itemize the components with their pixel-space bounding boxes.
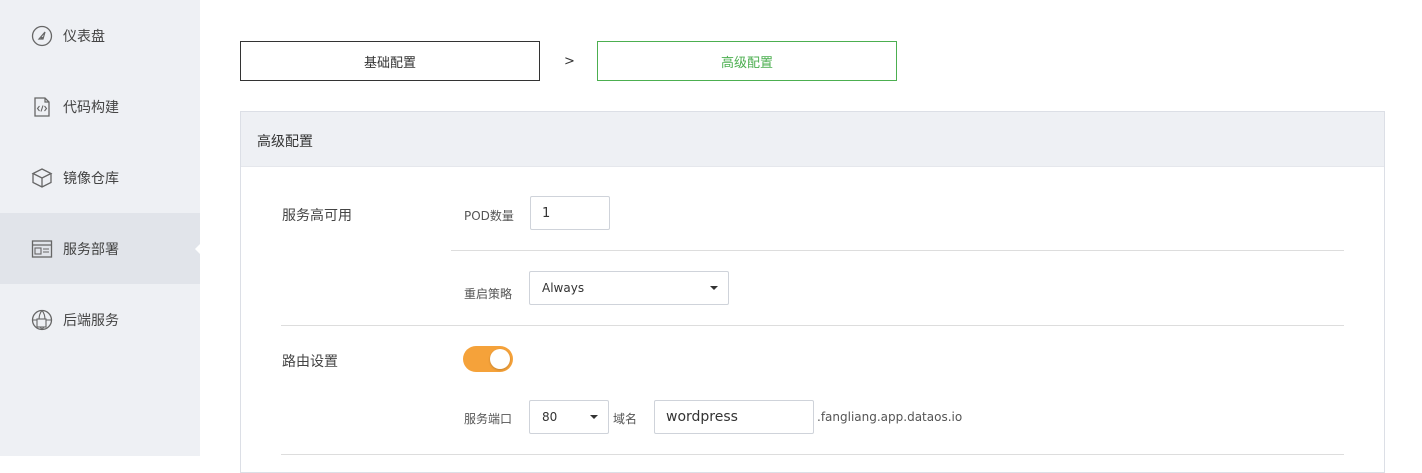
section-divider — [281, 454, 1344, 455]
pod-count-label: POD数量 — [464, 209, 514, 223]
code-file-icon — [30, 95, 54, 119]
chevron-down-icon — [590, 415, 598, 419]
domain-label: 域名 — [613, 412, 638, 426]
sidebar-item-label: 服务部署 — [63, 241, 119, 258]
sidebar-item-image-repo[interactable]: 镜像仓库 — [0, 142, 200, 213]
sidebar-item-code-build[interactable]: 代码构建 — [0, 71, 200, 142]
section-divider — [281, 325, 1344, 326]
restart-policy-label: 重启策略 — [464, 287, 513, 301]
restart-policy-select[interactable]: Always — [529, 271, 729, 305]
panel-header: 高级配置 — [241, 112, 1384, 167]
sidebar-item-label: 镜像仓库 — [63, 170, 119, 187]
domain-input[interactable]: wordpress — [654, 400, 814, 434]
pod-count-input[interactable]: 1 — [530, 196, 610, 230]
section-availability-label: 服务高可用 — [282, 208, 352, 224]
restart-policy-value: Always — [542, 281, 585, 295]
sidebar-item-dashboard[interactable]: 仪表盘 — [0, 0, 200, 71]
sidebar-item-label: 代码构建 — [63, 99, 119, 116]
section-routing-label: 路由设置 — [282, 354, 338, 370]
step-advanced-config[interactable]: 高级配置 — [597, 41, 897, 81]
chevron-down-icon — [710, 286, 718, 290]
dashboard-icon — [30, 24, 54, 48]
sidebar-item-service-deploy[interactable]: 服务部署 — [0, 213, 200, 284]
toggle-knob — [490, 349, 510, 369]
globe-server-icon — [30, 308, 54, 332]
box-icon — [30, 166, 54, 190]
advanced-config-panel: 高级配置 服务高可用 POD数量 1 重启策略 Always 路由设置 服务端口… — [240, 111, 1385, 473]
service-port-value: 80 — [542, 410, 558, 424]
step-separator: > — [564, 54, 575, 69]
domain-suffix: .fangliang.app.dataos.io — [817, 410, 963, 424]
sidebar-item-label: 仪表盘 — [63, 28, 105, 45]
deploy-window-icon — [30, 237, 54, 261]
divider — [451, 250, 1344, 251]
sidebar-item-backend-service[interactable]: 后端服务 — [0, 284, 200, 355]
step-basic-config[interactable]: 基础配置 — [240, 41, 540, 81]
active-indicator — [195, 243, 200, 254]
sidebar-item-label: 后端服务 — [63, 312, 119, 329]
panel-title: 高级配置 — [257, 134, 313, 150]
sidebar: 仪表盘 代码构建 镜像仓库 服务部署 后端服务 — [0, 0, 200, 456]
routing-toggle[interactable] — [463, 346, 513, 372]
service-port-label: 服务端口 — [464, 412, 513, 426]
service-port-select[interactable]: 80 — [529, 400, 609, 434]
